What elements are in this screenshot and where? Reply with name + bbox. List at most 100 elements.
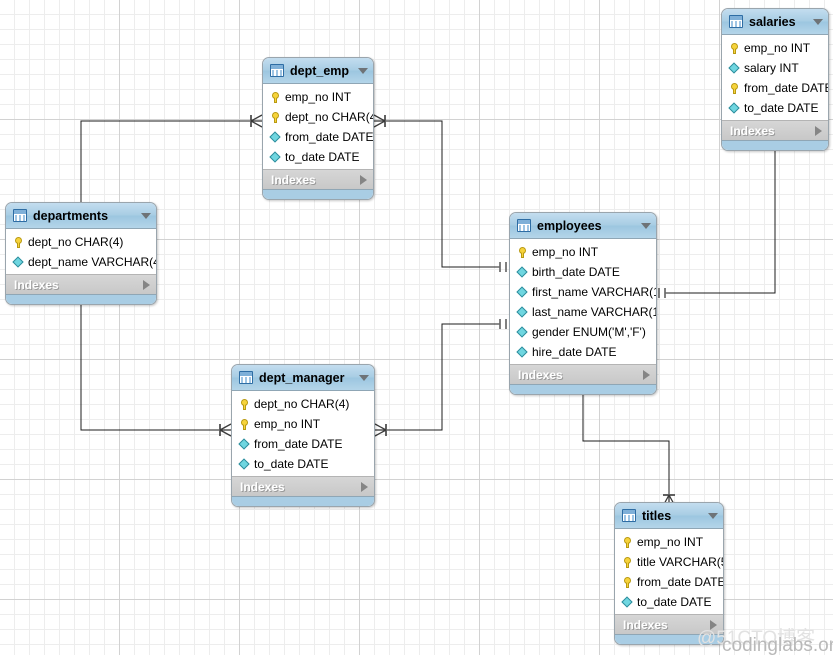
table-footer: [722, 140, 828, 150]
chevron-right-icon[interactable]: [143, 279, 150, 290]
er-diagram-canvas: dept_emp emp_no INT dept_no CHAR(4) from…: [0, 0, 833, 655]
column-row[interactable]: from_date DATE: [722, 78, 828, 98]
indexes-label: Indexes: [240, 479, 285, 494]
column-row[interactable]: emp_no INT: [615, 532, 723, 552]
column-label: salary INT: [744, 60, 799, 75]
key-icon: [621, 576, 634, 589]
link-employees-salaries: [665, 145, 776, 294]
column-label: gender ENUM('M','F'): [532, 324, 646, 339]
indexes-label: Indexes: [14, 277, 59, 292]
chevron-right-icon[interactable]: [361, 481, 368, 492]
table-header-departments[interactable]: departments: [6, 203, 156, 229]
column-row[interactable]: salary INT: [722, 58, 828, 78]
indexes-section[interactable]: Indexes: [6, 274, 156, 294]
column-row[interactable]: to_date DATE: [722, 98, 828, 118]
column-row[interactable]: from_date DATE: [615, 572, 723, 592]
chevron-down-icon[interactable]: [359, 374, 369, 381]
key-icon: [728, 42, 741, 55]
column-row[interactable]: birth_date DATE: [510, 262, 656, 282]
chevron-down-icon[interactable]: [141, 212, 151, 219]
indexes-section[interactable]: Indexes: [615, 614, 723, 634]
chevron-down-icon[interactable]: [641, 222, 651, 229]
diamond-icon: [238, 458, 251, 471]
table-name: departments: [33, 208, 109, 223]
key-icon: [238, 418, 251, 431]
table-header-titles[interactable]: titles: [615, 503, 723, 529]
table-departments[interactable]: departments dept_no CHAR(4) dept_name VA…: [5, 202, 157, 305]
column-row[interactable]: from_date DATE: [263, 127, 373, 147]
column-row[interactable]: dept_no CHAR(4): [232, 394, 374, 414]
table-header-salaries[interactable]: salaries: [722, 9, 828, 35]
chevron-down-icon[interactable]: [358, 67, 368, 74]
table-name: titles: [642, 508, 672, 523]
table-columns-dept_manager: dept_no CHAR(4) emp_no INT from_date DAT…: [232, 391, 374, 476]
column-label: to_date DATE: [285, 149, 360, 164]
table-icon: [729, 15, 743, 28]
column-label: from_date DATE: [637, 574, 724, 589]
column-row[interactable]: from_date DATE: [232, 434, 374, 454]
column-row[interactable]: last_name VARCHAR(16): [510, 302, 656, 322]
chevron-right-icon[interactable]: [643, 369, 650, 380]
column-label: to_date DATE: [254, 456, 329, 471]
column-row[interactable]: emp_no INT: [510, 242, 656, 262]
table-dept_manager[interactable]: dept_manager dept_no CHAR(4) emp_no INT …: [231, 364, 375, 507]
chevron-right-icon[interactable]: [360, 174, 367, 185]
column-row[interactable]: dept_no CHAR(4): [263, 107, 373, 127]
column-row[interactable]: emp_no INT: [722, 38, 828, 58]
column-row[interactable]: gender ENUM('M','F'): [510, 322, 656, 342]
table-header-employees[interactable]: employees: [510, 213, 656, 239]
table-salaries[interactable]: salaries emp_no INT salary INT from_date…: [721, 8, 829, 151]
column-row[interactable]: to_date DATE: [263, 147, 373, 167]
column-label: dept_no CHAR(4): [254, 396, 350, 411]
column-row[interactable]: title VARCHAR(50): [615, 552, 723, 572]
indexes-section[interactable]: Indexes: [722, 120, 828, 140]
chevron-down-icon[interactable]: [813, 18, 823, 25]
chevron-right-icon[interactable]: [710, 619, 717, 630]
indexes-section[interactable]: Indexes: [263, 169, 373, 189]
column-label: emp_no INT: [637, 534, 704, 549]
key-icon: [12, 236, 25, 249]
column-row[interactable]: first_name VARCHAR(14): [510, 282, 656, 302]
table-name: dept_emp: [290, 63, 350, 78]
indexes-section[interactable]: Indexes: [232, 476, 374, 496]
column-label: dept_no CHAR(4): [28, 234, 124, 249]
table-employees[interactable]: employees emp_no INT birth_date DATE fir…: [509, 212, 657, 395]
key-icon: [269, 91, 282, 104]
chevron-down-icon[interactable]: [708, 512, 718, 519]
column-row[interactable]: to_date DATE: [232, 454, 374, 474]
column-label: from_date DATE: [285, 129, 374, 144]
indexes-section[interactable]: Indexes: [510, 364, 656, 384]
table-header-dept_emp[interactable]: dept_emp: [263, 58, 373, 84]
column-row[interactable]: dept_no CHAR(4): [6, 232, 156, 252]
table-dept_emp[interactable]: dept_emp emp_no INT dept_no CHAR(4) from…: [262, 57, 374, 200]
diamond-icon: [12, 256, 25, 269]
key-icon: [238, 398, 251, 411]
column-label: from_date DATE: [744, 80, 829, 95]
link-departments-dept_manager: [80, 288, 219, 431]
table-footer: [263, 189, 373, 199]
table-icon: [270, 64, 284, 77]
column-row[interactable]: emp_no INT: [232, 414, 374, 434]
table-columns-employees: emp_no INT birth_date DATE first_name VA…: [510, 239, 656, 364]
column-label: dept_name VARCHAR(40): [28, 254, 157, 269]
column-row[interactable]: dept_name VARCHAR(40): [6, 252, 156, 272]
link-employees-titles: [582, 383, 670, 494]
table-titles[interactable]: titles emp_no INT title VARCHAR(50) from…: [614, 502, 724, 645]
table-footer: [510, 384, 656, 394]
column-row[interactable]: emp_no INT: [263, 87, 373, 107]
table-header-dept_manager[interactable]: dept_manager: [232, 365, 374, 391]
key-icon: [621, 536, 634, 549]
column-label: to_date DATE: [744, 100, 819, 115]
table-footer: [6, 294, 156, 304]
table-icon: [13, 209, 27, 222]
table-columns-salaries: emp_no INT salary INT from_date DATE to_…: [722, 35, 828, 120]
table-columns-departments: dept_no CHAR(4) dept_name VARCHAR(40): [6, 229, 156, 274]
table-icon: [517, 219, 531, 232]
column-row[interactable]: to_date DATE: [615, 592, 723, 612]
table-name: employees: [537, 218, 602, 233]
column-label: to_date DATE: [637, 594, 712, 609]
chevron-right-icon[interactable]: [815, 125, 822, 136]
watermark-codinglabs: codinglabs.org: [722, 635, 833, 655]
column-row[interactable]: hire_date DATE: [510, 342, 656, 362]
key-icon: [516, 246, 529, 259]
